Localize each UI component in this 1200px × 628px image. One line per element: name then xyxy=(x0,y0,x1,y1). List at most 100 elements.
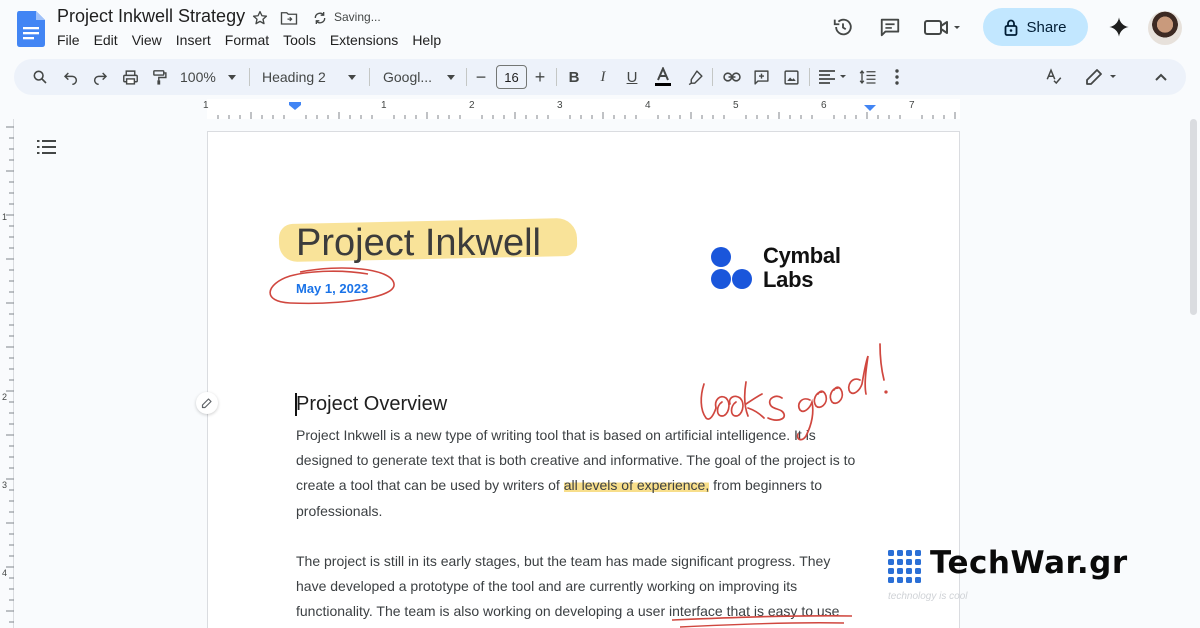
menu-tools[interactable]: Tools xyxy=(283,32,323,48)
watermark-dot xyxy=(897,559,903,565)
gemini-icon[interactable] xyxy=(1106,14,1132,40)
underline-icon[interactable]: U xyxy=(623,59,641,95)
zoom-select[interactable]: 100% xyxy=(180,59,238,95)
watermark-dot xyxy=(915,559,921,565)
highlight-color-icon[interactable] xyxy=(685,59,705,95)
vruler-number: 1 xyxy=(2,212,8,222)
history-icon[interactable] xyxy=(830,14,856,40)
move-folder-icon[interactable] xyxy=(279,8,299,28)
document-heading-title[interactable]: Project Inkwell xyxy=(296,222,541,265)
paragraph-2-text: The project is still in its early stages… xyxy=(296,553,831,620)
watermark-dot xyxy=(906,568,912,574)
paragraph-1[interactable]: Project Inkwell is a new type of writing… xyxy=(296,423,861,524)
paint-format-icon[interactable] xyxy=(148,59,170,95)
ruler-number: 5 xyxy=(733,100,739,111)
redo-icon[interactable] xyxy=(90,59,110,95)
font-dropdown-icon xyxy=(447,74,455,80)
editing-mode-icon[interactable] xyxy=(1085,59,1121,95)
increase-font-size-icon[interactable]: + xyxy=(532,59,548,95)
vruler-number: 2 xyxy=(2,392,8,402)
cymbal-logo-text: Cymbal Labs xyxy=(763,244,841,292)
share-label: Share xyxy=(1026,18,1067,36)
share-button[interactable]: Share xyxy=(983,8,1088,46)
zoom-dropdown-icon xyxy=(227,74,236,80)
docs-logo-icon[interactable] xyxy=(17,11,45,47)
hide-menus-icon[interactable] xyxy=(1150,59,1172,95)
techwar-logo-icon xyxy=(888,550,921,583)
line-spacing-icon[interactable] xyxy=(857,59,879,95)
spelling-check-icon[interactable] xyxy=(1043,59,1065,95)
section-heading[interactable]: Project Overview xyxy=(296,393,447,416)
toolbar-divider xyxy=(466,68,467,86)
watermark-dot xyxy=(888,550,894,556)
insert-image-icon[interactable] xyxy=(780,59,802,95)
menu-file[interactable]: File xyxy=(57,32,87,48)
scrollbar-thumb[interactable] xyxy=(1190,119,1197,315)
cymbal-logo-icon xyxy=(711,247,752,289)
font-size-input[interactable]: 16 xyxy=(496,65,527,89)
ruler-number: 6 xyxy=(821,100,827,111)
title-bar: Project Inkwell Strategy Saving... File … xyxy=(0,0,1200,56)
style-select[interactable]: Heading 2 xyxy=(262,59,356,95)
vruler-number: 3 xyxy=(2,480,8,490)
watermark-dot xyxy=(906,577,912,583)
toolbar-divider xyxy=(369,68,370,86)
bold-icon[interactable]: B xyxy=(565,59,583,95)
insert-link-icon[interactable] xyxy=(721,59,743,95)
watermark-dot xyxy=(915,568,921,574)
zoom-value: 100% xyxy=(180,69,216,85)
menu-extensions[interactable]: Extensions xyxy=(330,32,405,48)
style-dropdown-icon xyxy=(347,74,356,80)
sync-icon xyxy=(310,8,330,28)
watermark-dot xyxy=(915,577,921,583)
save-status: Saving... xyxy=(334,10,381,24)
text-color-icon[interactable] xyxy=(653,59,673,95)
align-icon[interactable] xyxy=(817,59,849,95)
watermark-dot xyxy=(888,577,894,583)
vertical-ruler[interactable] xyxy=(0,119,14,628)
document-date[interactable]: May 1, 2023 xyxy=(296,281,368,296)
undo-icon[interactable] xyxy=(61,59,81,95)
font-value: Googl... xyxy=(383,69,433,85)
menu-format[interactable]: Format xyxy=(225,32,276,48)
highlighted-phrase: all levels of experience, xyxy=(563,477,710,494)
watermark-dot xyxy=(888,559,894,565)
text-cursor xyxy=(295,393,297,416)
star-icon[interactable] xyxy=(250,8,270,28)
menu-view[interactable]: View xyxy=(132,32,169,48)
edit-suggestion-icon[interactable] xyxy=(196,392,218,414)
menu-insert[interactable]: Insert xyxy=(176,32,218,48)
ruler-number: 7 xyxy=(909,100,915,111)
document-outline-icon[interactable] xyxy=(37,138,57,156)
user-avatar[interactable] xyxy=(1148,11,1182,45)
toolbar-divider xyxy=(809,68,810,86)
paragraph-2[interactable]: The project is still in its early stages… xyxy=(296,549,861,628)
decrease-font-size-icon[interactable]: − xyxy=(473,59,489,95)
style-value: Heading 2 xyxy=(262,69,326,85)
ruler-number: 1 xyxy=(203,100,209,111)
horizontal-ruler[interactable] xyxy=(0,99,1200,119)
watermark-dot xyxy=(906,550,912,556)
more-options-icon[interactable] xyxy=(889,59,905,95)
document-title[interactable]: Project Inkwell Strategy xyxy=(57,6,245,27)
italic-icon[interactable]: I xyxy=(594,59,612,95)
watermark-dot xyxy=(915,550,921,556)
font-select[interactable]: Googl... xyxy=(383,59,455,95)
vruler-number: 4 xyxy=(2,568,8,578)
cymbal-logo-line1: Cymbal xyxy=(763,243,841,268)
watermark-dot xyxy=(897,550,903,556)
menu-bar: File Edit View Insert Format Tools Exten… xyxy=(57,32,455,48)
vertical-scrollbar[interactable] xyxy=(1188,119,1198,319)
ruler-number: 2 xyxy=(469,100,475,111)
watermark-tagline: technology is cool xyxy=(888,591,968,602)
meet-icon[interactable] xyxy=(922,14,964,40)
comment-icon[interactable] xyxy=(877,14,903,40)
add-comment-icon[interactable] xyxy=(750,59,772,95)
watermark-dot xyxy=(906,559,912,565)
toolbar-divider xyxy=(249,68,250,86)
search-menus-icon[interactable] xyxy=(30,59,50,95)
menu-edit[interactable]: Edit xyxy=(94,32,125,48)
watermark-dot xyxy=(897,568,903,574)
menu-help[interactable]: Help xyxy=(412,32,448,48)
print-icon[interactable] xyxy=(119,59,141,95)
